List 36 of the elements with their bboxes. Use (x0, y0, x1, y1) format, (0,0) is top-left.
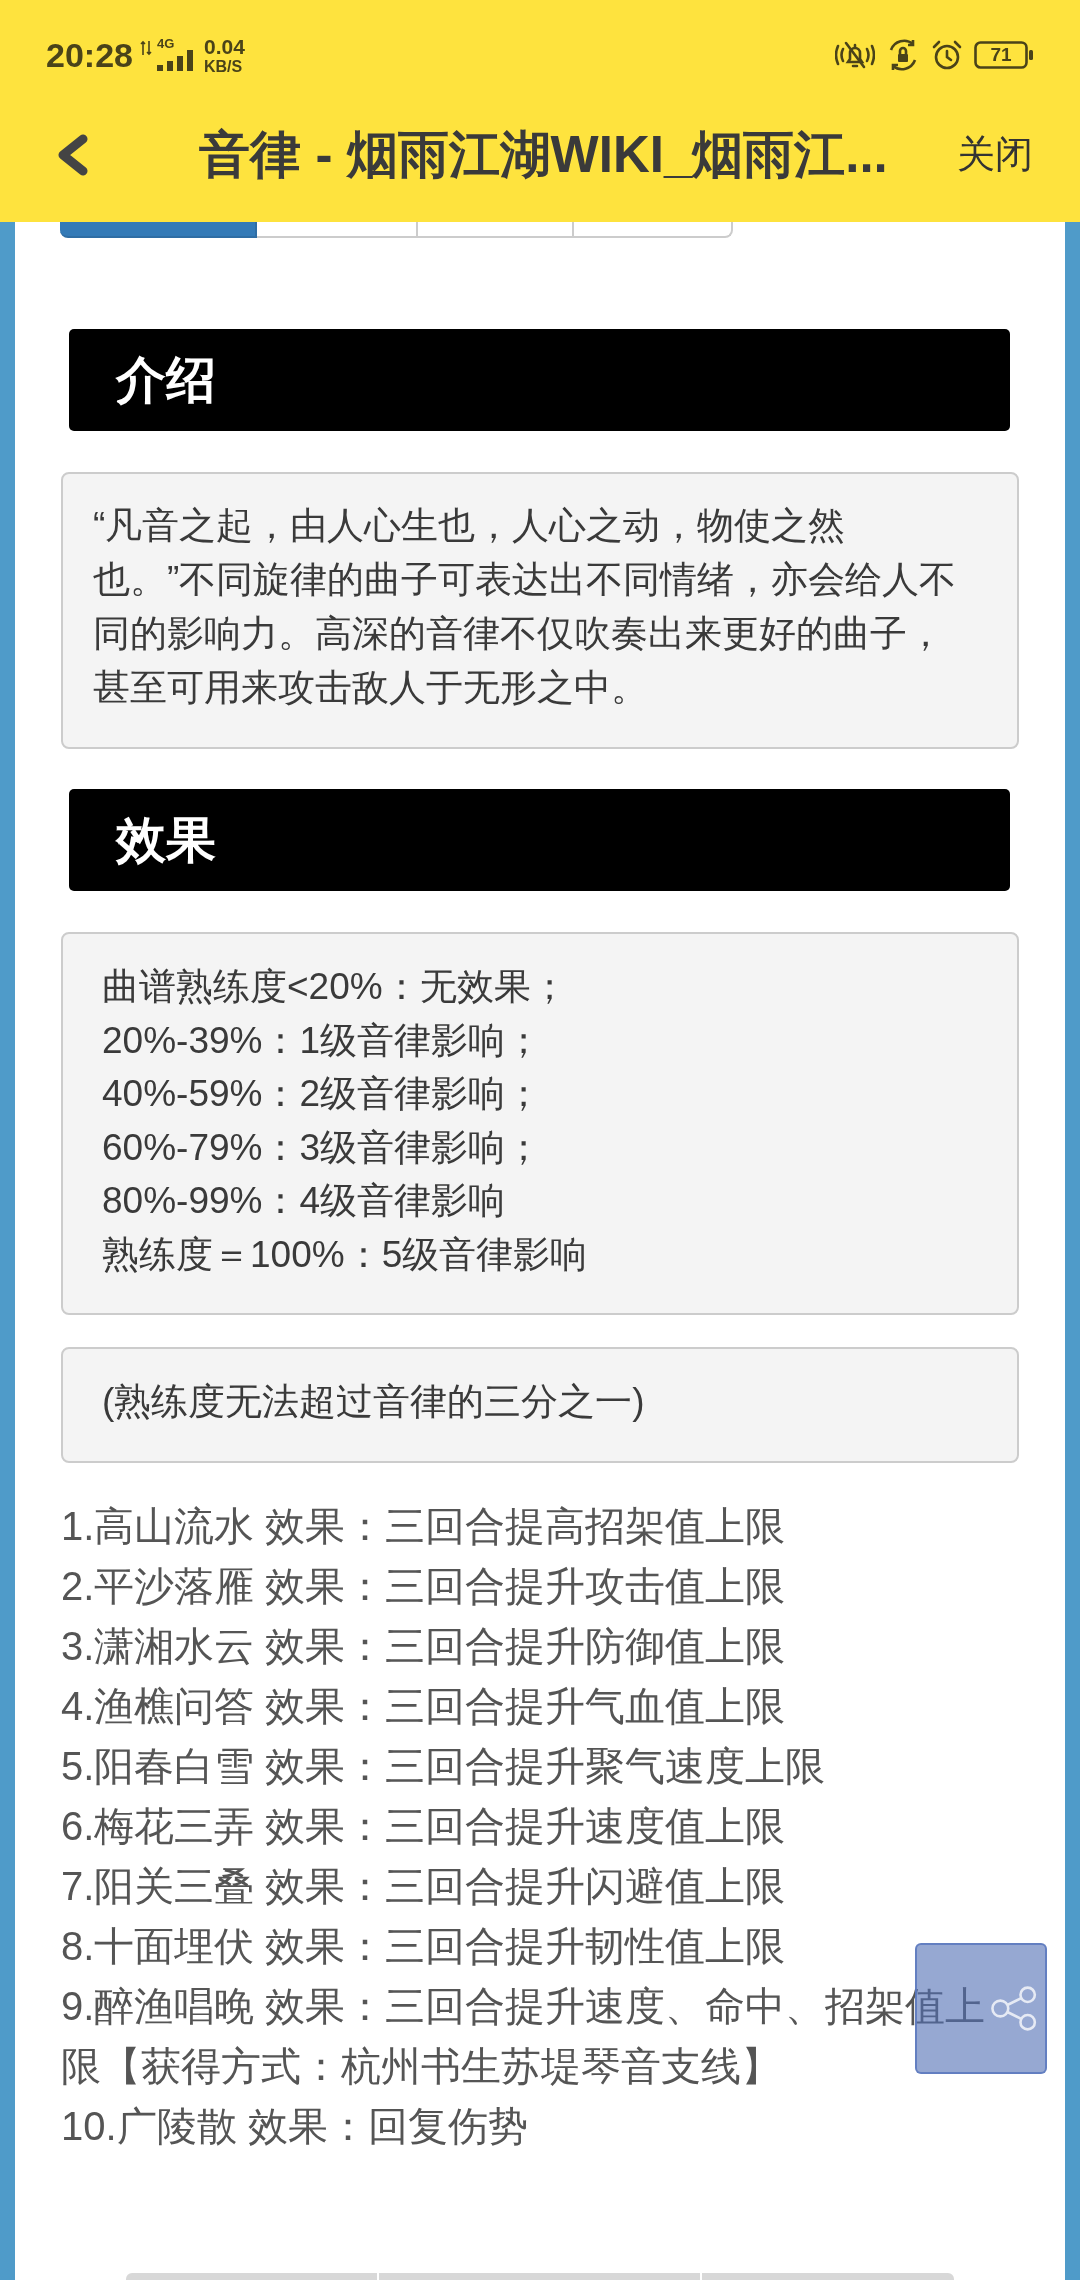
effect-list-item: 4.渔樵问答 效果：三回合提升气血值上限 (61, 1682, 786, 1730)
info-line: 熟练度＝100%：5级音律影响 (102, 1232, 589, 1277)
battery-percent: 71 (990, 45, 1012, 65)
battery-icon (974, 41, 1034, 69)
effect-list-item: 8.十面埋伏 效果：三回合提升韧性值上限 (61, 1922, 786, 1970)
network-type: 4G (156, 37, 176, 50)
speed-value: 0.04 (203, 35, 245, 57)
bell-slash-icon (835, 39, 875, 71)
effect-list-item: 7.阳关三叠 效果：三回合提升闪避值上限 (61, 1862, 786, 1910)
data-arrows-icon (139, 40, 152, 56)
intro-paragraph: “凡音之起，由人心生也，人心之动，物使之然也。”不同旋律的曲子可表达出不同情绪，亦会给人不同的影响力。高深的音律不仅吹奏出来更好的曲子，甚至可用来攻击敌人于无形之中。 (93, 504, 958, 710)
effect-list-item: 10.广陵散 效果：回复伤势 (61, 2102, 528, 2150)
info-line: 曲谱熟练度<20%：无效果； (102, 965, 569, 1009)
section-heading: 效果 (69, 789, 1010, 891)
section-heading: 介绍 (69, 329, 1010, 431)
info-line: 20%-39%：1级音律影响； (102, 1018, 543, 1063)
effect-list-item: 5.阳春白雪 效果：三回合提升聚气速度上限 (61, 1742, 826, 1790)
info-line: (熟练度无法超过音律的三分之一) (102, 1380, 646, 1424)
close-button[interactable]: 关闭 (957, 132, 1033, 178)
button-edge[interactable] (126, 2273, 377, 2280)
effect-list-item: 1.高山流水 效果：三回合提高招架值上限 (61, 1502, 786, 1550)
button-edge[interactable] (702, 2273, 954, 2280)
status-time: 20:28 (46, 38, 133, 72)
share-icon (991, 1986, 1037, 2031)
effect-list-item: 6.梅花三弄 效果：三回合提升速度值上限 (61, 1802, 786, 1850)
alarm-clock-icon (931, 39, 963, 71)
effect-list-item: 3.潇湘水云 效果：三回合提升防御值上限 (61, 1622, 786, 1670)
info-line: 60%-79%：3级音律影响； (102, 1125, 543, 1170)
signal-icon (156, 50, 193, 71)
page-title: 音律 - 烟雨江湖WIKI_烟雨江... (199, 125, 888, 186)
tab[interactable] (60, 222, 257, 238)
info-line: 40%-59%：2级音律影响； (102, 1072, 543, 1116)
button-edge[interactable] (379, 2273, 700, 2280)
effect-list-item: 2.平沙落雁 效果：三回合提升攻击值上限 (61, 1562, 786, 1610)
info-line: 80%-99%：4级音律影响 (102, 1179, 506, 1223)
speed-unit: KB/S (203, 58, 244, 75)
